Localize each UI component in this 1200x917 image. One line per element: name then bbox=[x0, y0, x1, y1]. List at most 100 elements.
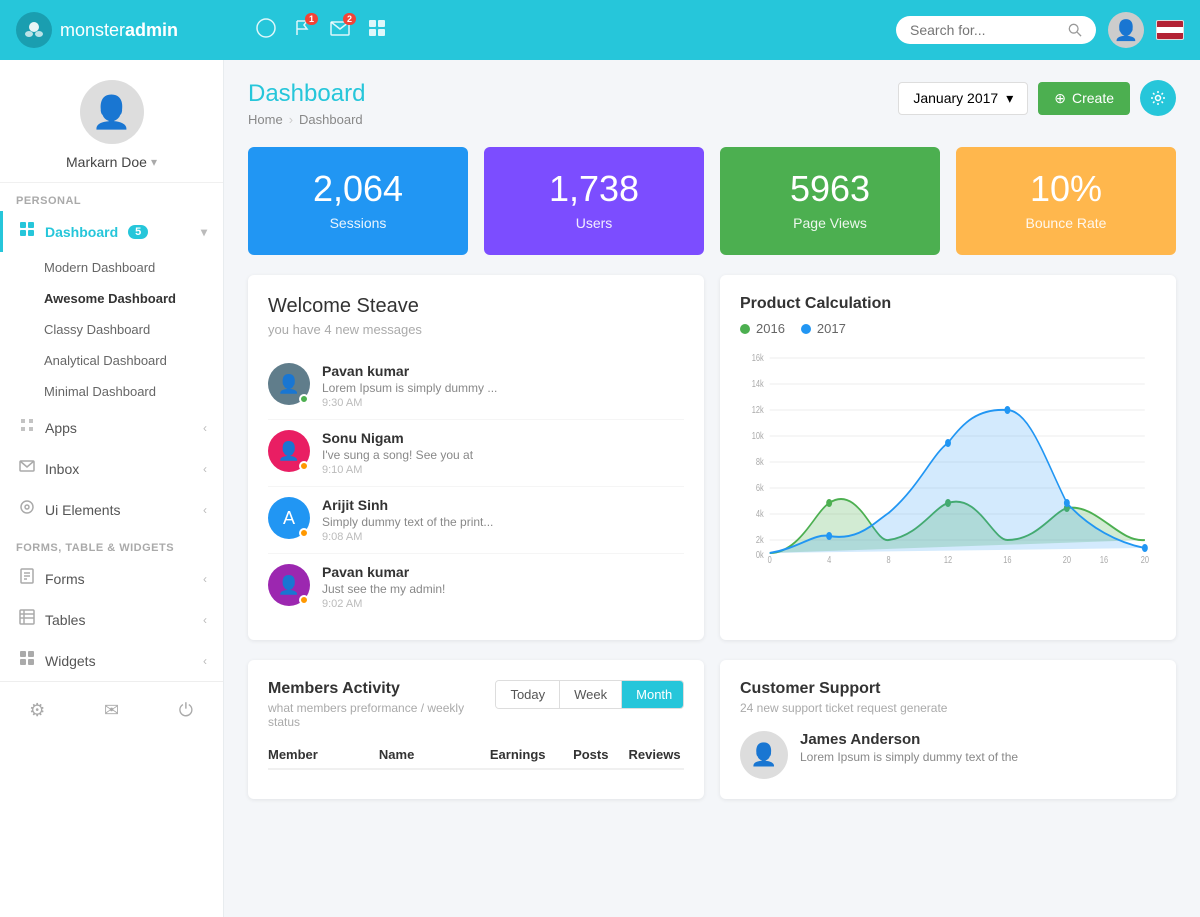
sidebar-sub-analytical-dashboard[interactable]: Analytical Dashboard bbox=[0, 345, 223, 376]
forms-chevron-icon: ‹ bbox=[203, 572, 207, 586]
tab-month[interactable]: Month bbox=[622, 681, 684, 708]
inbox-chevron-icon: ‹ bbox=[203, 462, 207, 476]
welcome-subtitle: you have 4 new messages bbox=[268, 322, 684, 337]
mail-button[interactable]: 2 bbox=[330, 19, 350, 42]
pageviews-label: Page Views bbox=[740, 215, 920, 231]
tab-today[interactable]: Today bbox=[496, 681, 560, 708]
users-value: 1,738 bbox=[504, 171, 684, 207]
members-activity-panel: Members Activity what members preformanc… bbox=[248, 660, 704, 799]
legend-2016: 2016 bbox=[740, 321, 785, 336]
widgets-chevron-icon: ‹ bbox=[203, 654, 207, 668]
apps-label: Apps bbox=[45, 420, 77, 436]
gear-icon bbox=[1150, 90, 1166, 106]
table-header: Member Name Earnings Posts Reviews bbox=[268, 737, 684, 770]
msg-name-4: Pavan kumar bbox=[322, 564, 684, 580]
breadcrumb-separator: › bbox=[289, 112, 293, 127]
sidebar-item-tables[interactable]: Tables ‹ bbox=[0, 599, 223, 640]
sidebar-mail-btn[interactable]: ✉ bbox=[74, 692, 148, 729]
flag-button[interactable]: 1 bbox=[294, 19, 312, 42]
sidebar-item-dashboard[interactable]: Dashboard 5 ▾ bbox=[0, 211, 223, 252]
members-tab-group: Today Week Month bbox=[495, 680, 684, 709]
svg-text:12: 12 bbox=[944, 554, 952, 565]
breadcrumb-home[interactable]: Home bbox=[248, 112, 283, 127]
support-person-name: James Anderson bbox=[800, 731, 1018, 748]
msg-content-4: Pavan kumar Just see the my admin! 9:02 … bbox=[322, 564, 684, 610]
svg-text:10k: 10k bbox=[752, 430, 764, 441]
sidebar-settings-btn[interactable]: ⚙ bbox=[0, 692, 74, 729]
stat-card-bouncerate: 10% Bounce Rate bbox=[956, 147, 1176, 255]
chart-panel: Product Calculation 2016 2017 bbox=[720, 275, 1176, 640]
page-title: Dashboard bbox=[248, 80, 365, 108]
dashboard-icon bbox=[19, 221, 35, 242]
col-name: Name bbox=[379, 747, 490, 762]
apps-icon bbox=[19, 417, 35, 438]
message-item-3: A Arijit Sinh Simply dummy text of the p… bbox=[268, 487, 684, 554]
profile-name: Markarn Doe ▾ bbox=[66, 154, 157, 170]
support-person-info: James Anderson Lorem Ipsum is simply dum… bbox=[800, 731, 1018, 764]
forms-label: Forms bbox=[45, 571, 85, 587]
widgets-icon bbox=[19, 650, 35, 671]
sidebar-item-inbox[interactable]: Inbox ‹ bbox=[0, 448, 223, 489]
search-input[interactable] bbox=[910, 22, 1060, 38]
sidebar-item-apps[interactable]: Apps ‹ bbox=[0, 407, 223, 448]
sidebar-item-ui-elements[interactable]: Ui Elements ‹ bbox=[0, 489, 223, 530]
sidebar-power-btn[interactable]: ⏻ bbox=[149, 692, 223, 729]
msg-text-4: Just see the my admin! bbox=[322, 582, 684, 596]
forms-section-label: FORMS, TABLE & WIDGETS bbox=[0, 530, 223, 558]
settings-button[interactable] bbox=[1140, 80, 1176, 116]
svg-text:8: 8 bbox=[887, 554, 891, 565]
nav-right: 👤 bbox=[896, 12, 1184, 48]
status-dot-3 bbox=[299, 528, 309, 538]
members-header: Members Activity what members preformanc… bbox=[268, 680, 684, 729]
sidebar-bottom: ⚙ ✉ ⏻ bbox=[0, 681, 223, 739]
msg-content-1: Pavan kumar Lorem Ipsum is simply dummy … bbox=[322, 363, 684, 409]
sidebar-sub-awesome-dashboard[interactable]: Awesome Dashboard bbox=[0, 283, 223, 314]
svg-text:14k: 14k bbox=[752, 378, 764, 389]
support-item: 👤 James Anderson Lorem Ipsum is simply d… bbox=[740, 731, 1156, 779]
sidebar-item-widgets[interactable]: Widgets ‹ bbox=[0, 640, 223, 681]
msg-content-3: Arijit Sinh Simply dummy text of the pri… bbox=[322, 497, 684, 543]
stat-card-pageviews: 5963 Page Views bbox=[720, 147, 940, 255]
create-button[interactable]: ⊕ Create bbox=[1038, 82, 1130, 115]
status-dot-4 bbox=[299, 595, 309, 605]
pageviews-value: 5963 bbox=[740, 171, 920, 207]
svg-text:4k: 4k bbox=[756, 508, 764, 519]
svg-text:4: 4 bbox=[827, 554, 831, 565]
apps-chevron-icon: ‹ bbox=[203, 421, 207, 435]
svg-text:12k: 12k bbox=[752, 404, 764, 415]
grid-button[interactable] bbox=[368, 19, 386, 42]
msg-avatar-1: 👤 bbox=[268, 363, 310, 405]
msg-text-1: Lorem Ipsum is simply dummy ... bbox=[322, 381, 684, 395]
msg-time-1: 9:30 AM bbox=[322, 397, 684, 409]
stat-cards: 2,064 Sessions 1,738 Users 5963 Page Vie… bbox=[248, 147, 1176, 255]
bouncerate-label: Bounce Rate bbox=[976, 215, 1156, 231]
members-title-group: Members Activity what members preformanc… bbox=[268, 680, 495, 729]
stat-card-users: 1,738 Users bbox=[484, 147, 704, 255]
msg-time-3: 9:08 AM bbox=[322, 531, 684, 543]
msg-avatar-4: 👤 bbox=[268, 564, 310, 606]
user-avatar[interactable]: 👤 bbox=[1108, 12, 1144, 48]
language-flag[interactable] bbox=[1156, 20, 1184, 40]
inbox-label: Inbox bbox=[45, 461, 79, 477]
date-filter-dropdown[interactable]: January 2017 ▾ bbox=[898, 82, 1028, 115]
back-button[interactable] bbox=[256, 18, 276, 43]
legend-dot-2016 bbox=[740, 324, 750, 334]
tab-week[interactable]: Week bbox=[560, 681, 622, 708]
col-earnings: Earnings bbox=[490, 747, 573, 762]
customer-support-panel: Customer Support 24 new support ticket r… bbox=[720, 660, 1176, 799]
sidebar: 👤 Markarn Doe ▾ PERSONAL Dashboard 5 ▾ M… bbox=[0, 60, 224, 917]
tables-chevron-icon: ‹ bbox=[203, 613, 207, 627]
personal-section-label: PERSONAL bbox=[0, 183, 223, 211]
create-plus-icon: ⊕ bbox=[1054, 90, 1066, 107]
sidebar-item-forms[interactable]: Forms ‹ bbox=[0, 558, 223, 599]
breadcrumb-current: Dashboard bbox=[299, 112, 363, 127]
page-title-group: Dashboard Home › Dashboard bbox=[248, 80, 365, 127]
svg-text:0: 0 bbox=[768, 554, 772, 565]
search-box[interactable] bbox=[896, 16, 1096, 44]
sidebar-sub-minimal-dashboard[interactable]: Minimal Dashboard bbox=[0, 376, 223, 407]
sidebar-sub-modern-dashboard[interactable]: Modern Dashboard bbox=[0, 252, 223, 283]
forms-icon bbox=[19, 568, 35, 589]
msg-time-4: 9:02 AM bbox=[322, 598, 684, 610]
msg-text-3: Simply dummy text of the print... bbox=[322, 515, 684, 529]
sidebar-sub-classy-dashboard[interactable]: Classy Dashboard bbox=[0, 314, 223, 345]
